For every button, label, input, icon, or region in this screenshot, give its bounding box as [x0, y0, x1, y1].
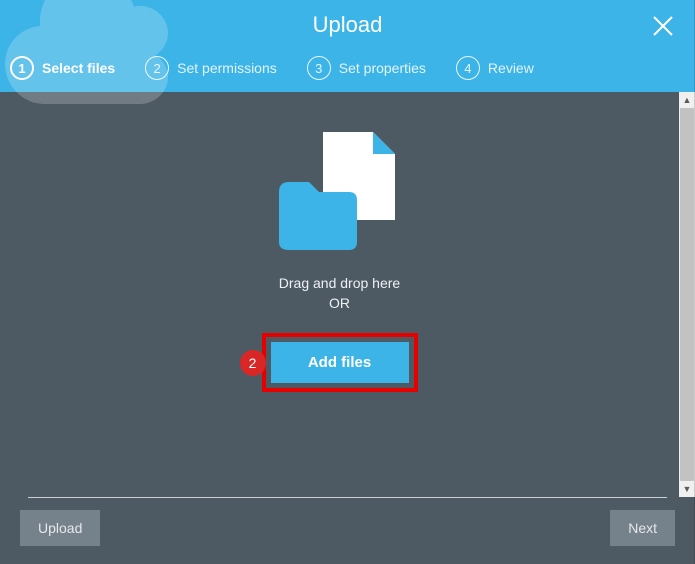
- upload-button[interactable]: Upload: [20, 510, 100, 546]
- next-button[interactable]: Next: [610, 510, 675, 546]
- scroll-down-arrow-icon[interactable]: ▼: [679, 481, 695, 497]
- annotation-highlight: Add files: [262, 333, 418, 392]
- step-set-permissions[interactable]: 2 Set permissions: [145, 56, 277, 80]
- step-review[interactable]: 4 Review: [456, 56, 534, 80]
- folder-file-icon: [275, 132, 405, 252]
- step-label: Review: [488, 60, 534, 76]
- close-button[interactable]: [651, 14, 675, 43]
- annotation-badge: 2: [240, 350, 266, 376]
- step-label: Select files: [42, 60, 115, 76]
- step-number: 2: [145, 56, 169, 80]
- dialog-body: Drag and drop here OR 2 Add files ▲ ▼: [0, 92, 695, 497]
- dropzone-area[interactable]: Drag and drop here OR 2 Add files: [0, 92, 679, 497]
- dropzone-line1: Drag and drop here: [279, 274, 400, 294]
- step-number: 1: [10, 56, 34, 80]
- add-files-button[interactable]: Add files: [271, 342, 409, 383]
- step-select-files[interactable]: 1 Select files: [10, 56, 115, 80]
- upload-dialog: Upload 1 Select files 2 Set permissions …: [0, 0, 695, 564]
- dialog-header: Upload 1 Select files 2 Set permissions …: [0, 0, 695, 92]
- scroll-thumb[interactable]: [680, 108, 694, 481]
- wizard-steps: 1 Select files 2 Set permissions 3 Set p…: [0, 50, 695, 92]
- step-label: Set permissions: [177, 60, 277, 76]
- dropzone-text: Drag and drop here OR: [279, 274, 400, 313]
- dialog-title: Upload: [0, 6, 695, 50]
- dialog-footer: Upload Next: [0, 498, 695, 564]
- step-number: 4: [456, 56, 480, 80]
- step-label: Set properties: [339, 60, 426, 76]
- add-files-wrapper: 2 Add files: [262, 333, 418, 392]
- close-icon: [651, 14, 675, 38]
- step-set-properties[interactable]: 3 Set properties: [307, 56, 426, 80]
- scroll-up-arrow-icon[interactable]: ▲: [679, 92, 695, 108]
- vertical-scrollbar[interactable]: ▲ ▼: [679, 92, 695, 497]
- dropzone-line2: OR: [279, 294, 400, 314]
- step-number: 3: [307, 56, 331, 80]
